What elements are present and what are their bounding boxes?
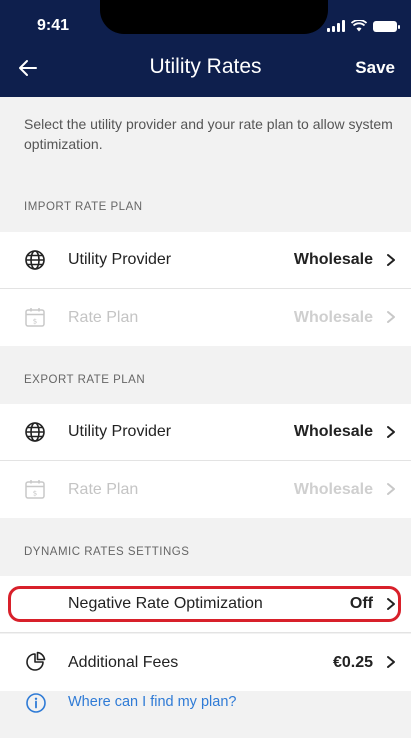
globe-icon bbox=[25, 250, 45, 270]
chevron-right-icon bbox=[387, 483, 395, 495]
section-title-dynamic: DYNAMIC RATES SETTINGS bbox=[24, 546, 190, 558]
chevron-right-icon bbox=[387, 656, 395, 668]
section-title-export: EXPORT RATE PLAN bbox=[24, 374, 146, 386]
chevron-right-icon bbox=[387, 426, 395, 438]
app-header: 9:41 Utility Rates Save bbox=[0, 0, 411, 97]
device-notch bbox=[100, 0, 328, 34]
calendar-dollar-icon: $ bbox=[25, 308, 45, 327]
export-rate-plan-row[interactable]: $ Rate Plan Wholesale bbox=[0, 461, 411, 518]
wifi-icon bbox=[351, 20, 367, 32]
calendar-dollar-icon: $ bbox=[25, 480, 45, 499]
page-title: Utility Rates bbox=[149, 55, 262, 78]
export-utility-provider-row[interactable]: Utility Provider Wholesale bbox=[0, 404, 411, 461]
row-value: Wholesale bbox=[293, 251, 373, 268]
row-label: Rate Plan bbox=[68, 480, 139, 498]
row-value: Wholesale bbox=[293, 423, 373, 440]
row-value: €0.25 bbox=[332, 653, 373, 671]
globe-icon bbox=[25, 422, 45, 442]
row-value: Wholesale bbox=[293, 308, 373, 326]
import-utility-provider-row[interactable]: Utility Provider Wholesale bbox=[0, 232, 411, 289]
status-time: 9:41 bbox=[37, 17, 70, 34]
svg-text:$: $ bbox=[33, 318, 37, 326]
row-label: Additional Fees bbox=[68, 653, 179, 671]
chevron-right-icon bbox=[387, 254, 395, 266]
help-link[interactable]: Where can I find my plan? bbox=[68, 694, 236, 710]
row-label: Rate Plan bbox=[68, 308, 139, 326]
pie-chart-icon bbox=[26, 651, 46, 671]
section-title-import: IMPORT RATE PLAN bbox=[24, 201, 143, 213]
save-button[interactable]: Save bbox=[355, 58, 395, 78]
info-icon bbox=[26, 693, 46, 713]
status-icons bbox=[327, 18, 400, 32]
battery-icon bbox=[373, 21, 400, 32]
import-rate-plan-row[interactable]: $ Rate Plan Wholesale bbox=[0, 289, 411, 346]
signal-icon bbox=[327, 20, 345, 32]
chevron-right-icon bbox=[387, 311, 395, 323]
page-description: Select the utility provider and your rat… bbox=[24, 116, 393, 152]
help-section: Where can I find my plan? bbox=[0, 683, 411, 738]
svg-text:$: $ bbox=[33, 490, 37, 498]
row-value: Wholesale bbox=[293, 480, 373, 498]
highlight-outline bbox=[8, 586, 401, 622]
row-label: Utility Provider bbox=[68, 251, 172, 268]
row-label: Utility Provider bbox=[68, 423, 172, 440]
